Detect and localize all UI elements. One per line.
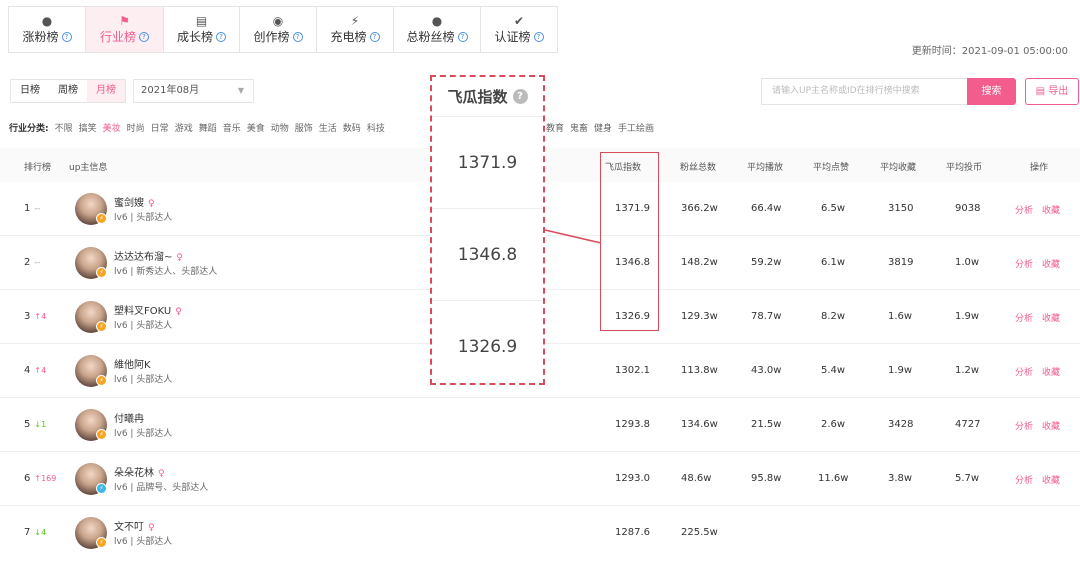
callout-value: 1346.8	[432, 209, 543, 301]
index-callout: 飞瓜指数 ? 1371.9 1346.8 1326.9	[430, 75, 545, 385]
callout-value: 1371.9	[432, 117, 543, 209]
callout-header: 飞瓜指数 ?	[432, 77, 543, 117]
callout-value: 1326.9	[457, 337, 518, 357]
highlight-box	[600, 152, 659, 331]
help-icon[interactable]: ?	[512, 89, 528, 104]
callout-title: 飞瓜指数	[447, 88, 508, 106]
